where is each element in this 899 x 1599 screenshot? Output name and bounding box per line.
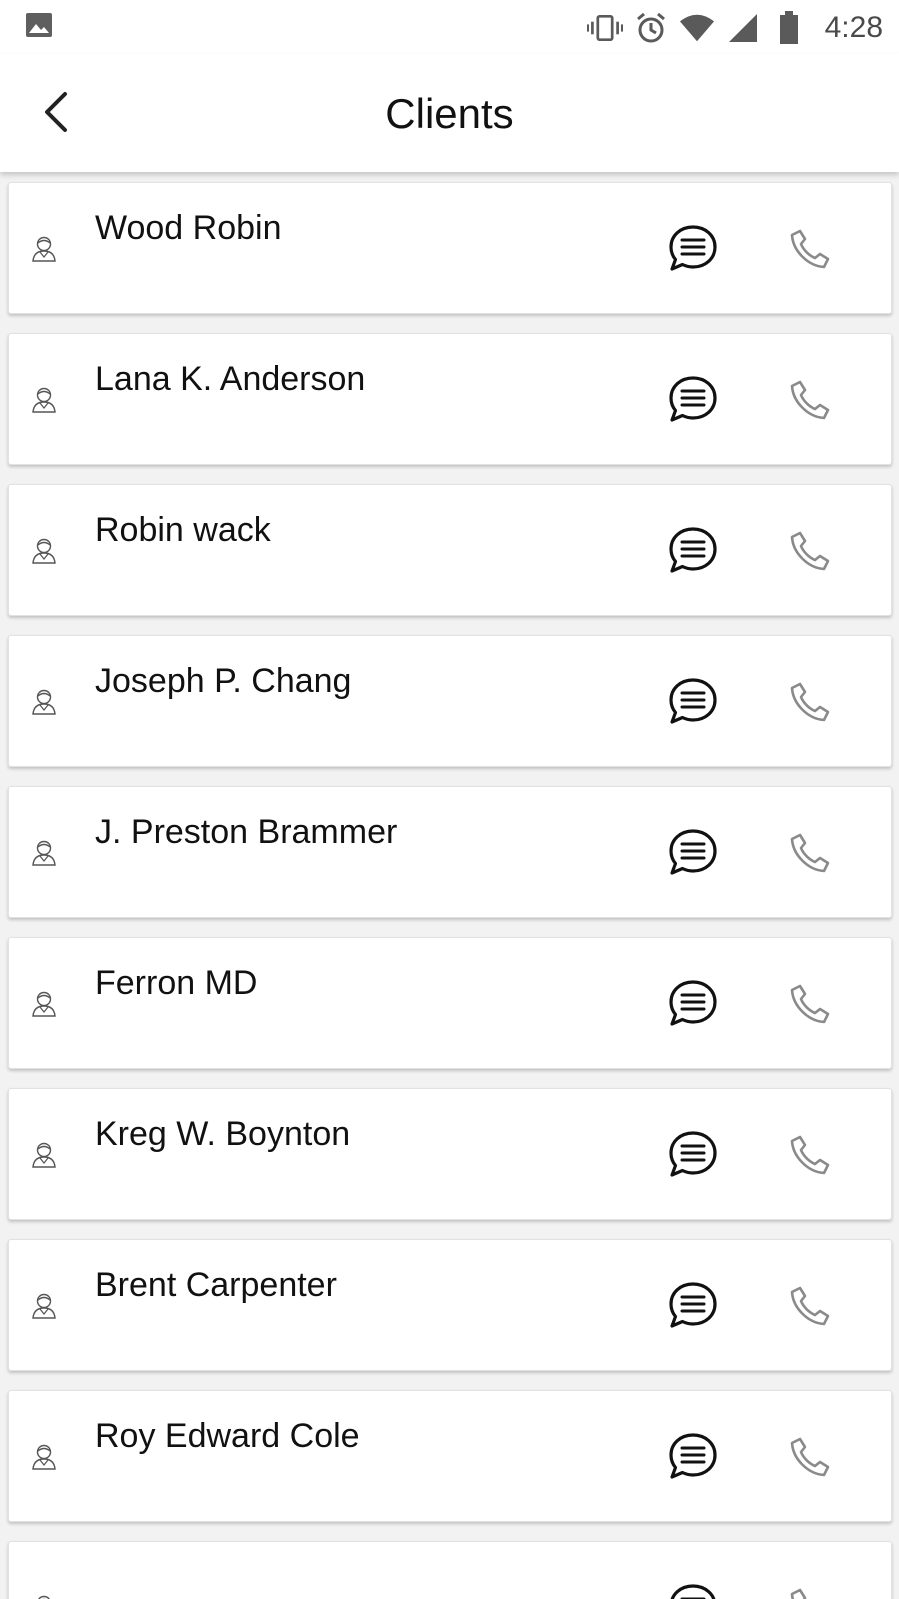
message-icon: [669, 376, 717, 422]
message-button[interactable]: [663, 1427, 723, 1487]
call-button[interactable]: [783, 1125, 837, 1185]
message-icon: [669, 527, 717, 573]
phone-icon: [790, 833, 830, 873]
message-icon: [669, 1282, 717, 1328]
user-icon: [31, 1141, 57, 1169]
phone-icon: [790, 1588, 807, 1599]
message-icon: [669, 225, 717, 271]
call-button[interactable]: [783, 1276, 837, 1336]
message-button[interactable]: [663, 672, 723, 732]
call-button[interactable]: [783, 521, 837, 581]
message-button[interactable]: [663, 1125, 723, 1185]
image-icon: [25, 11, 53, 39]
message-icon: [669, 678, 717, 724]
phone-icon: [790, 229, 830, 269]
signal-icon: [725, 10, 761, 46]
user-icon: [31, 1443, 57, 1471]
alarm-icon: [633, 10, 669, 46]
message-button[interactable]: [663, 219, 723, 279]
message-icon: [669, 1433, 717, 1479]
status-bar: 4:28: [0, 0, 899, 54]
user-icon: [31, 688, 57, 716]
client-name: Roy Edward Cole: [95, 1417, 360, 1455]
client-card[interactable]: Joseph P. Chang: [8, 635, 892, 767]
client-card[interactable]: Wood Robin: [8, 182, 892, 314]
message-button[interactable]: [663, 370, 723, 430]
client-name: Ferron MD: [95, 964, 258, 1002]
client-card[interactable]: Lana K. Anderson: [8, 333, 892, 465]
call-button[interactable]: [783, 370, 837, 430]
message-icon: [669, 1131, 717, 1177]
phone-icon: [790, 984, 830, 1024]
client-card[interactable]: Robin wack: [8, 484, 892, 616]
call-button[interactable]: [783, 974, 837, 1034]
user-icon: [31, 990, 57, 1018]
user-icon: [31, 1594, 57, 1599]
user-icon: [31, 235, 57, 263]
client-name: Joseph P. Chang: [95, 662, 352, 700]
client-card[interactable]: J. Preston Brammer: [8, 786, 892, 918]
phone-icon: [790, 1286, 830, 1326]
message-button[interactable]: [663, 1276, 723, 1336]
client-name: Wood Robin: [95, 209, 282, 247]
call-button[interactable]: [783, 1578, 837, 1599]
message-button[interactable]: [663, 521, 723, 581]
client-card[interactable]: Ferron MD: [8, 937, 892, 1069]
message-button[interactable]: [663, 974, 723, 1034]
message-icon: [669, 829, 717, 875]
call-button[interactable]: [783, 1427, 837, 1487]
client-name: Robin wack: [95, 511, 271, 549]
client-list[interactable]: Wood Robin Lana K. Anderson Robin wack J…: [0, 172, 899, 1599]
message-button[interactable]: [663, 1578, 723, 1599]
client-name: Kreg W. Boynton: [95, 1115, 351, 1153]
phone-icon: [790, 1437, 830, 1477]
client-name: J. Preston Brammer: [95, 813, 398, 851]
app-header: Clients: [0, 54, 899, 172]
battery-icon: [771, 10, 807, 46]
call-button[interactable]: [783, 823, 837, 883]
user-icon: [31, 386, 57, 414]
client-card[interactable]: Brent Carpenter: [8, 1239, 892, 1371]
message-icon: [670, 1584, 716, 1599]
client-name: Lana K. Anderson: [95, 360, 366, 398]
client-name: Brent Carpenter: [95, 1266, 337, 1304]
page-title: Clients: [385, 90, 514, 137]
phone-icon: [790, 682, 830, 722]
call-button[interactable]: [783, 672, 837, 732]
wifi-icon: [679, 10, 715, 46]
user-icon: [31, 1292, 57, 1320]
vibrate-icon: [586, 10, 623, 46]
client-card[interactable]: Kreg W. Boynton: [8, 1088, 892, 1220]
client-card[interactable]: [8, 1541, 892, 1599]
phone-icon: [790, 380, 830, 420]
message-icon: [669, 980, 717, 1026]
phone-icon: [790, 1135, 830, 1175]
client-card[interactable]: Roy Edward Cole: [8, 1390, 892, 1522]
user-icon: [31, 839, 57, 867]
message-button[interactable]: [663, 823, 723, 883]
status-time: 4:28: [824, 11, 883, 44]
phone-icon: [790, 531, 830, 571]
user-icon: [31, 537, 57, 565]
call-button[interactable]: [783, 219, 837, 279]
